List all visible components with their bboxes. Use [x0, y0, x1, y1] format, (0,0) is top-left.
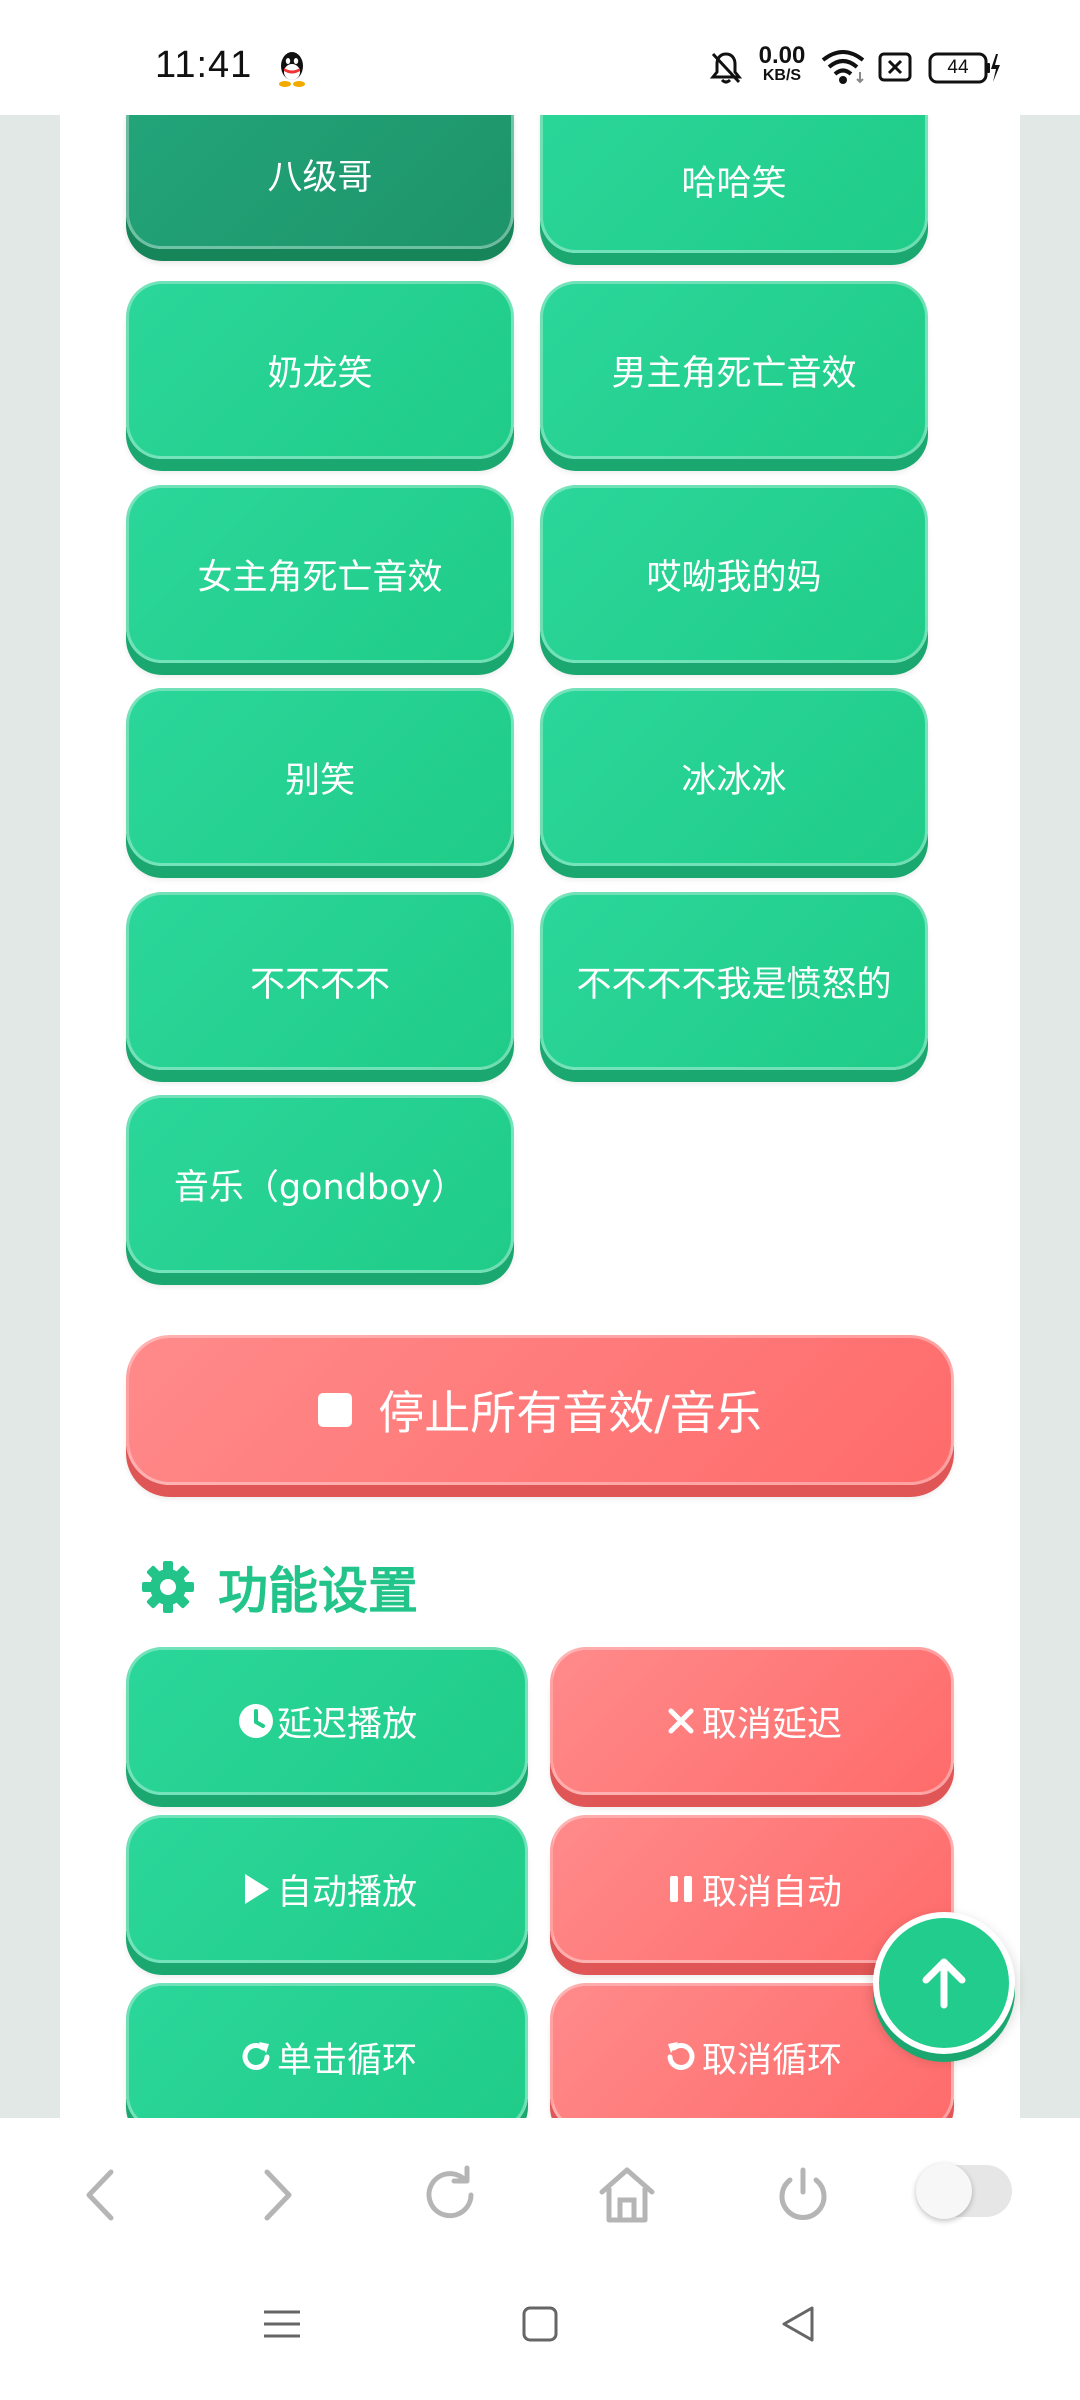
net-speed: 0.00 KB/S [752, 44, 812, 84]
sound-label: 不不不不我是愤怒的 [576, 964, 892, 1005]
undo-icon [667, 2042, 695, 2070]
sim-icon [878, 52, 912, 82]
sound-label: 不不不不 [249, 964, 390, 1005]
content-card[interactable]: 八级哥 哈哈笑 奶龙笑 男主角死亡音效 女主角死亡音效 哎呦我的妈 别笑 冰冰冰… [60, 115, 1020, 2118]
clock-icon [238, 1704, 273, 1738]
home-icon[interactable] [592, 2160, 662, 2230]
sound-label: 冰冰冰 [681, 760, 787, 801]
settings-section-title: 功能设置 [140, 1551, 418, 1623]
back-icon[interactable] [67, 2160, 137, 2230]
sound-button-4[interactable]: 男主角死亡音效 [540, 281, 928, 459]
sound-label: 哎呦我的妈 [646, 557, 822, 598]
back-triangle-icon[interactable] [774, 2300, 822, 2348]
status-bar: 11:41 0.00 KB/S 44 [0, 0, 1080, 115]
mode-toggle[interactable] [916, 2163, 1012, 2219]
cancel-delay-button[interactable]: 取消延迟 [550, 1647, 954, 1795]
refresh-icon[interactable] [415, 2160, 485, 2230]
sound-button-7[interactable]: 别笑 [126, 688, 514, 866]
cancel-loop-label: 取消循环 [701, 2040, 842, 2081]
sound-label: 音乐（gondboy） [173, 1167, 467, 1208]
sound-label: 奶龙笑 [267, 353, 373, 394]
delay-play-button[interactable]: 延迟播放 [126, 1647, 528, 1795]
arrow-up-icon [922, 1958, 966, 2009]
sound-button-6[interactable]: 哎呦我的妈 [540, 485, 928, 663]
sound-label: 别笑 [284, 760, 355, 801]
gear-icon [142, 1561, 194, 1613]
pause-icon [669, 1876, 692, 1902]
charging-icon [991, 54, 1000, 82]
sound-button-9[interactable]: 不不不不 [126, 892, 514, 1070]
sound-button-10[interactable]: 不不不不我是愤怒的 [540, 892, 928, 1070]
sound-label: 女主角死亡音效 [197, 557, 443, 598]
stop-icon [318, 1393, 353, 1427]
settings-title: 功能设置 [218, 1562, 418, 1620]
stop-all-button[interactable]: 停止所有音效/音乐 [126, 1335, 954, 1485]
wifi-icon [821, 50, 865, 84]
redo-icon [242, 2042, 270, 2070]
toggle-knob [916, 2163, 972, 2219]
single-loop-label: 单击循环 [276, 2040, 417, 2081]
cancel-auto-label: 取消自动 [701, 1872, 842, 1913]
menu-icon[interactable] [258, 2300, 306, 2348]
scroll-top-button[interactable] [873, 1912, 1015, 2054]
delay-play-label: 延迟播放 [276, 1704, 417, 1745]
qq-icon [279, 52, 305, 87]
stop-all-label: 停止所有音效/音乐 [378, 1386, 762, 1440]
auto-play-label: 自动播放 [276, 1872, 417, 1913]
sound-button-5[interactable]: 女主角死亡音效 [126, 485, 514, 663]
single-loop-button[interactable]: 单击循环 [126, 1983, 528, 2118]
net-speed-value: 0.00 [758, 42, 806, 69]
sound-button-11[interactable]: 音乐（gondboy） [126, 1095, 514, 1273]
power-icon[interactable] [768, 2160, 838, 2230]
system-nav-bar [0, 2270, 1080, 2400]
sound-label: 八级哥 [267, 158, 373, 198]
sound-label: 哈哈笑 [681, 163, 787, 204]
play-icon [244, 1874, 269, 1904]
auto-play-button[interactable]: 自动播放 [126, 1815, 528, 1963]
sound-button-1[interactable]: 八级哥 [126, 115, 514, 249]
times-icon [668, 1708, 694, 1734]
home-square-icon[interactable] [516, 2300, 564, 2348]
status-time: 11:41 [155, 44, 253, 86]
mute-icon [709, 52, 743, 84]
sound-label: 男主角死亡音效 [611, 353, 857, 394]
net-speed-unit: KB/S [762, 67, 802, 84]
sound-button-2[interactable]: 哈哈笑 [540, 115, 928, 253]
sound-button-3[interactable]: 奶龙笑 [126, 281, 514, 459]
sound-button-8[interactable]: 冰冰冰 [540, 688, 928, 866]
battery-level: 44 [947, 57, 969, 78]
cancel-delay-label: 取消延迟 [701, 1704, 842, 1745]
forward-icon[interactable] [241, 2160, 311, 2230]
